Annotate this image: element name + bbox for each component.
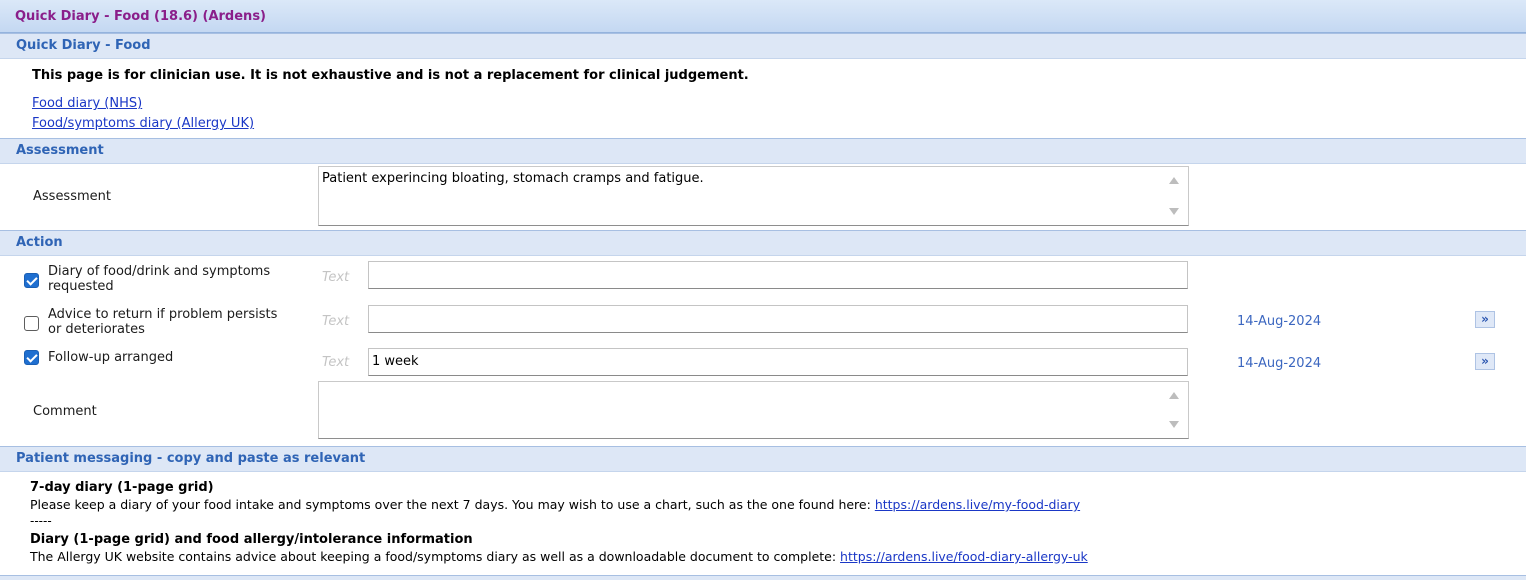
disclaimer-text: This page is for clinician use. It is no… [32, 68, 749, 83]
messaging-block2-title: Diary (1-page grid) and food allergy/int… [30, 532, 473, 547]
action-label-diary-requested: Diary of food/drink and symptoms request… [48, 264, 271, 294]
section-header-assessment: Assessment [0, 138, 1526, 164]
follow-up-date[interactable]: 14-Aug-2024 [1237, 356, 1321, 371]
messaging-block2-body: The Allergy UK website contains advice a… [30, 549, 1088, 564]
advice-date[interactable]: 14-Aug-2024 [1237, 314, 1321, 329]
input-follow-up-text[interactable]: 1 week [368, 348, 1188, 376]
window-title: Quick Diary - Food (18.6) (Ardens) [0, 0, 1526, 33]
link-food-diary-allergy-uk[interactable]: https://ardens.live/food-diary-allergy-u… [840, 549, 1088, 564]
advice-date-forward-button[interactable]: » [1475, 311, 1495, 328]
scroll-up-icon[interactable] [1169, 392, 1179, 399]
checkbox-follow-up[interactable] [24, 350, 39, 365]
input-advice-text[interactable] [368, 305, 1188, 333]
follow-up-date-forward-button[interactable]: » [1475, 353, 1495, 370]
section-header-action: Action [0, 230, 1526, 256]
messaging-block1-title: 7-day diary (1-page grid) [30, 480, 214, 495]
assessment-textarea[interactable]: Patient experincing bloating, stomach cr… [318, 166, 1189, 226]
text-hint-follow-up: Text [322, 355, 350, 370]
input-diary-text[interactable] [368, 261, 1188, 289]
action-label-follow-up: Follow-up arranged [48, 350, 174, 365]
checkbox-advice-to-return[interactable] [24, 316, 39, 331]
assessment-scrollbar[interactable] [1168, 173, 1180, 219]
comment-label: Comment [33, 404, 97, 419]
text-hint-diary: Text [322, 270, 350, 285]
messaging-separator: ----- [30, 514, 52, 528]
text-hint-advice: Text [322, 314, 350, 329]
scroll-up-icon[interactable] [1169, 177, 1179, 184]
messaging-block1-text: Please keep a diary of your food intake … [30, 497, 875, 512]
scroll-down-icon[interactable] [1169, 421, 1179, 428]
link-food-diary-nhs[interactable]: Food diary (NHS) [32, 96, 142, 111]
scroll-down-icon[interactable] [1169, 208, 1179, 215]
link-food-symptoms-diary-allergy-uk[interactable]: Food/symptoms diary (Allergy UK) [32, 116, 254, 131]
assessment-label: Assessment [33, 189, 111, 204]
assessment-value: Patient experincing bloating, stomach cr… [322, 171, 704, 186]
comment-scrollbar[interactable] [1168, 388, 1180, 432]
section-header-quick-diary: Quick Diary - Food [0, 33, 1526, 59]
link-my-food-diary[interactable]: https://ardens.live/my-food-diary [875, 497, 1080, 512]
action-label-advice-to-return: Advice to return if problem persists or … [48, 307, 278, 337]
bottom-divider [0, 575, 1526, 580]
checkbox-diary-requested[interactable] [24, 273, 39, 288]
messaging-block2-text: The Allergy UK website contains advice a… [30, 549, 841, 564]
section-header-patient-messaging: Patient messaging - copy and paste as re… [0, 446, 1526, 472]
comment-textarea[interactable] [318, 381, 1189, 439]
messaging-block1-body: Please keep a diary of your food intake … [30, 497, 1080, 512]
